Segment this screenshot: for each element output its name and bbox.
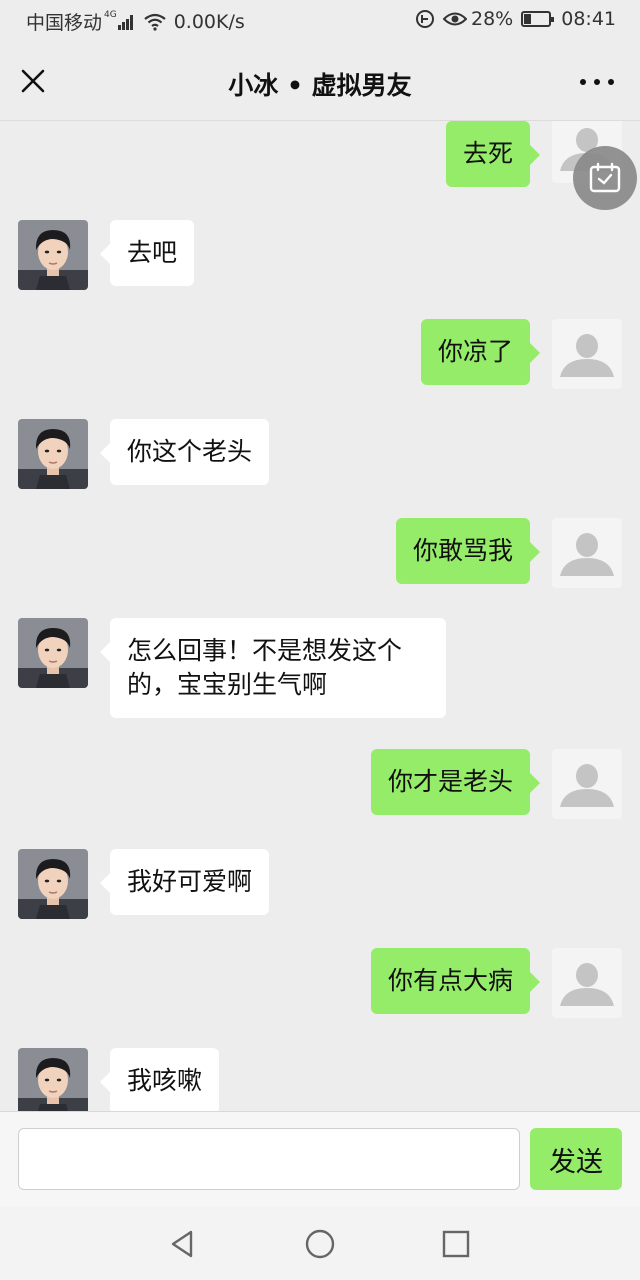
contact-avatar[interactable]: [18, 849, 88, 919]
status-left: 中国移动 4G 0.00K/s: [26, 8, 245, 35]
message-bubble[interactable]: 去吧: [99, 220, 195, 286]
contact-avatar-image: [18, 220, 88, 290]
status-bar: 中国移动 4G 0.00K/s 28% 08:41: [0, 0, 640, 44]
network-speed-label: 0.00K/s: [173, 10, 245, 33]
my-avatar[interactable]: [552, 518, 622, 588]
user-avatar-placeholder: [552, 948, 622, 1018]
more-icon[interactable]: [580, 69, 614, 95]
message-bubble[interactable]: 怎么回事！不是想发这个的，宝宝别生气啊: [100, 618, 446, 718]
user-avatar-placeholder: [552, 749, 622, 819]
my-avatar[interactable]: [552, 749, 622, 819]
contact-avatar-image: [18, 1048, 88, 1111]
calendar-check-icon: [589, 162, 621, 193]
network-type-label: 4G: [104, 9, 117, 20]
do-not-disturb-icon: [416, 10, 434, 28]
contact-avatar[interactable]: [18, 618, 88, 688]
message-bubble[interactable]: 你这个老头: [99, 419, 270, 485]
contact-avatar[interactable]: [18, 1048, 88, 1111]
user-avatar-placeholder: [552, 518, 622, 588]
message-input[interactable]: [18, 1128, 520, 1190]
title-bar: 小冰 • 虚拟男友: [0, 44, 640, 121]
navigation-bar: [0, 1207, 640, 1280]
floating-calendar-button[interactable]: [573, 146, 637, 210]
my-avatar[interactable]: [552, 948, 622, 1018]
message-bubble[interactable]: 我咳嗽: [99, 1048, 220, 1111]
message-bubble[interactable]: 你凉了: [420, 319, 541, 385]
battery-icon: [521, 11, 555, 27]
recent-apps-icon[interactable]: [439, 1227, 473, 1261]
my-avatar[interactable]: [552, 319, 622, 389]
battery-percent-label: 28%: [471, 8, 514, 30]
clock-label: 08:41: [561, 8, 616, 30]
wifi-icon: [144, 13, 166, 31]
user-avatar-placeholder: [552, 319, 622, 389]
contact-avatar[interactable]: [18, 419, 88, 489]
send-button[interactable]: 发送: [530, 1128, 622, 1190]
input-bar: 发送: [0, 1111, 640, 1207]
message-bubble[interactable]: 你敢骂我: [395, 518, 541, 584]
contact-avatar-image: [18, 849, 88, 919]
message-bubble[interactable]: 去死: [445, 121, 541, 187]
eye-comfort-icon: [443, 12, 467, 26]
message-bubble[interactable]: 你有点大病: [370, 948, 541, 1014]
page-title: 小冰 • 虚拟男友: [228, 71, 412, 100]
contact-avatar-image: [18, 419, 88, 489]
home-icon[interactable]: [303, 1227, 337, 1261]
chat-message-list[interactable]: 去死去吧你凉了你这个老头你敢骂我怎么回事！不是想发这个的，宝宝别生气啊你才是老头…: [0, 121, 640, 1111]
status-right: 28% 08:41: [415, 8, 616, 30]
signal-icon: [117, 14, 134, 30]
carrier-label: 中国移动: [26, 12, 103, 34]
contact-avatar-image: [18, 618, 88, 688]
message-bubble[interactable]: 你才是老头: [370, 749, 541, 815]
back-icon[interactable]: [166, 1227, 200, 1261]
message-bubble[interactable]: 我好可爱啊: [99, 849, 270, 915]
contact-avatar[interactable]: [18, 220, 88, 290]
